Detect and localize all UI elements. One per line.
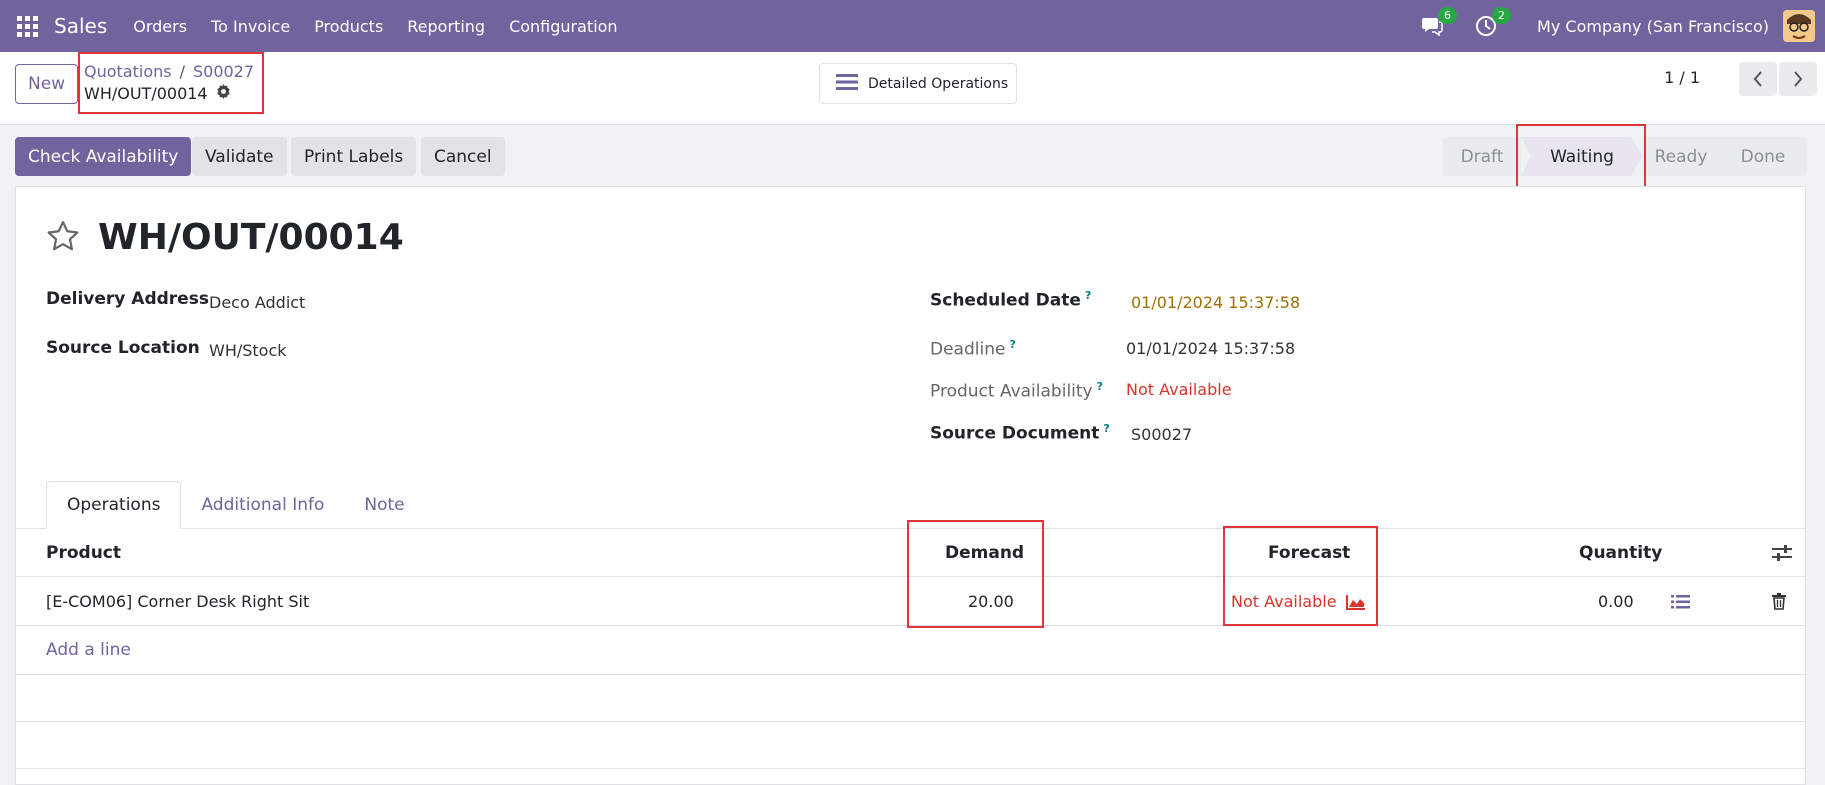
messages-badge: 6 bbox=[1438, 7, 1458, 24]
company-switcher[interactable]: My Company (San Francisco) bbox=[1537, 17, 1769, 36]
activities-icon[interactable]: 2 bbox=[1473, 7, 1512, 39]
product-availability-label: Product Availability? bbox=[930, 380, 1104, 402]
row-product[interactable]: [E-COM06] Corner Desk Right Sit bbox=[46, 592, 309, 611]
column-product[interactable]: Product bbox=[46, 543, 121, 563]
delivery-address-label: Delivery Address bbox=[46, 289, 209, 309]
help-icon[interactable]: ? bbox=[1085, 289, 1091, 302]
menu-products[interactable]: Products bbox=[314, 17, 383, 36]
source-document-label: Source Document? bbox=[930, 422, 1110, 444]
top-navbar: Sales Orders To Invoice Products Reporti… bbox=[0, 0, 1825, 52]
detailed-operations-label: Detailed Operations bbox=[868, 75, 1009, 92]
menu-reporting[interactable]: Reporting bbox=[407, 17, 485, 36]
chevron-right-icon bbox=[1794, 71, 1803, 87]
empty-row bbox=[16, 722, 1805, 769]
trash-icon[interactable] bbox=[1772, 593, 1786, 614]
menu-orders[interactable]: Orders bbox=[133, 17, 187, 36]
stage-draft[interactable]: Draft bbox=[1443, 137, 1521, 176]
detailed-operations-icon[interactable] bbox=[1671, 594, 1690, 614]
stage-ready[interactable]: Ready bbox=[1643, 137, 1719, 176]
deadline-value: 01/01/2024 15:37:58 bbox=[1126, 339, 1296, 358]
activities-badge: 2 bbox=[1492, 7, 1512, 24]
list-icon bbox=[836, 73, 858, 95]
breadcrumb-quotations[interactable]: Quotations bbox=[84, 62, 172, 81]
breadcrumb-order[interactable]: S00027 bbox=[193, 62, 254, 81]
source-document-value[interactable]: S00027 bbox=[1131, 425, 1192, 444]
menu-configuration[interactable]: Configuration bbox=[509, 17, 618, 36]
breadcrumb-separator: / bbox=[179, 62, 185, 81]
chevron-left-icon bbox=[1753, 71, 1762, 87]
pager-previous-button[interactable] bbox=[1739, 62, 1777, 96]
breadcrumb: Quotations / S00027 bbox=[84, 62, 254, 81]
delivery-address-value[interactable]: Deco Addict bbox=[209, 293, 305, 312]
status-highlight bbox=[1516, 124, 1646, 189]
demand-highlight bbox=[907, 520, 1044, 628]
apps-menu-icon[interactable] bbox=[0, 0, 54, 52]
stage-done[interactable]: Done bbox=[1719, 137, 1807, 176]
form-sheet: WH/OUT/00014 Delivery Address Deco Addic… bbox=[15, 186, 1806, 785]
column-quantity[interactable]: Quantity bbox=[1579, 543, 1662, 563]
control-panel: New Quotations / S00027 WH/OUT/00014 Detai… bbox=[0, 52, 1825, 125]
product-availability-value: Not Available bbox=[1126, 380, 1232, 399]
title-row: WH/OUT/00014 bbox=[46, 217, 404, 258]
pager-buttons bbox=[1739, 62, 1817, 96]
breadcrumb-current-record: WH/OUT/00014 bbox=[84, 84, 231, 103]
pager-next-button[interactable] bbox=[1779, 62, 1817, 96]
scheduled-date-value[interactable]: 01/01/2024 15:37:58 bbox=[1131, 293, 1300, 312]
deadline-label: Deadline? bbox=[930, 338, 1016, 360]
scheduled-date-label: Scheduled Date? bbox=[930, 289, 1092, 311]
validate-button[interactable]: Validate bbox=[192, 137, 287, 176]
source-location-label: Source Location bbox=[46, 338, 200, 358]
star-icon[interactable] bbox=[46, 220, 80, 256]
empty-row bbox=[16, 675, 1805, 722]
row-quantity[interactable]: 0.00 bbox=[1598, 592, 1634, 611]
app-name[interactable]: Sales bbox=[54, 14, 107, 38]
cancel-button[interactable]: Cancel bbox=[421, 137, 505, 176]
add-line-row bbox=[16, 627, 1805, 675]
tab-additional-info[interactable]: Additional Info bbox=[181, 481, 344, 529]
new-button[interactable]: New bbox=[15, 64, 79, 104]
optional-columns-icon[interactable] bbox=[1772, 545, 1792, 565]
print-labels-button[interactable]: Print Labels bbox=[291, 137, 417, 176]
pager-value[interactable]: 1 / 1 bbox=[1664, 68, 1700, 87]
record-title: WH/OUT/00014 bbox=[98, 217, 404, 258]
tab-note[interactable]: Note bbox=[344, 481, 424, 529]
forecast-highlight bbox=[1223, 526, 1378, 626]
check-availability-button[interactable]: Check Availability bbox=[15, 137, 192, 176]
user-avatar[interactable] bbox=[1783, 10, 1815, 42]
notebook-tabs: Operations Additional Info Note bbox=[46, 481, 425, 529]
gear-icon[interactable] bbox=[216, 84, 231, 103]
messages-icon[interactable]: 6 bbox=[1419, 7, 1458, 39]
action-bar: Check Availability Validate Print Labels… bbox=[0, 124, 1825, 189]
help-icon[interactable]: ? bbox=[1009, 338, 1015, 351]
record-name: WH/OUT/00014 bbox=[84, 84, 208, 103]
detailed-operations-button[interactable]: Detailed Operations bbox=[819, 63, 1017, 104]
tab-operations[interactable]: Operations bbox=[46, 481, 182, 529]
menu-to-invoice[interactable]: To Invoice bbox=[211, 17, 290, 36]
help-icon[interactable]: ? bbox=[1097, 380, 1103, 393]
source-location-value[interactable]: WH/Stock bbox=[209, 341, 287, 360]
help-icon[interactable]: ? bbox=[1103, 422, 1109, 435]
